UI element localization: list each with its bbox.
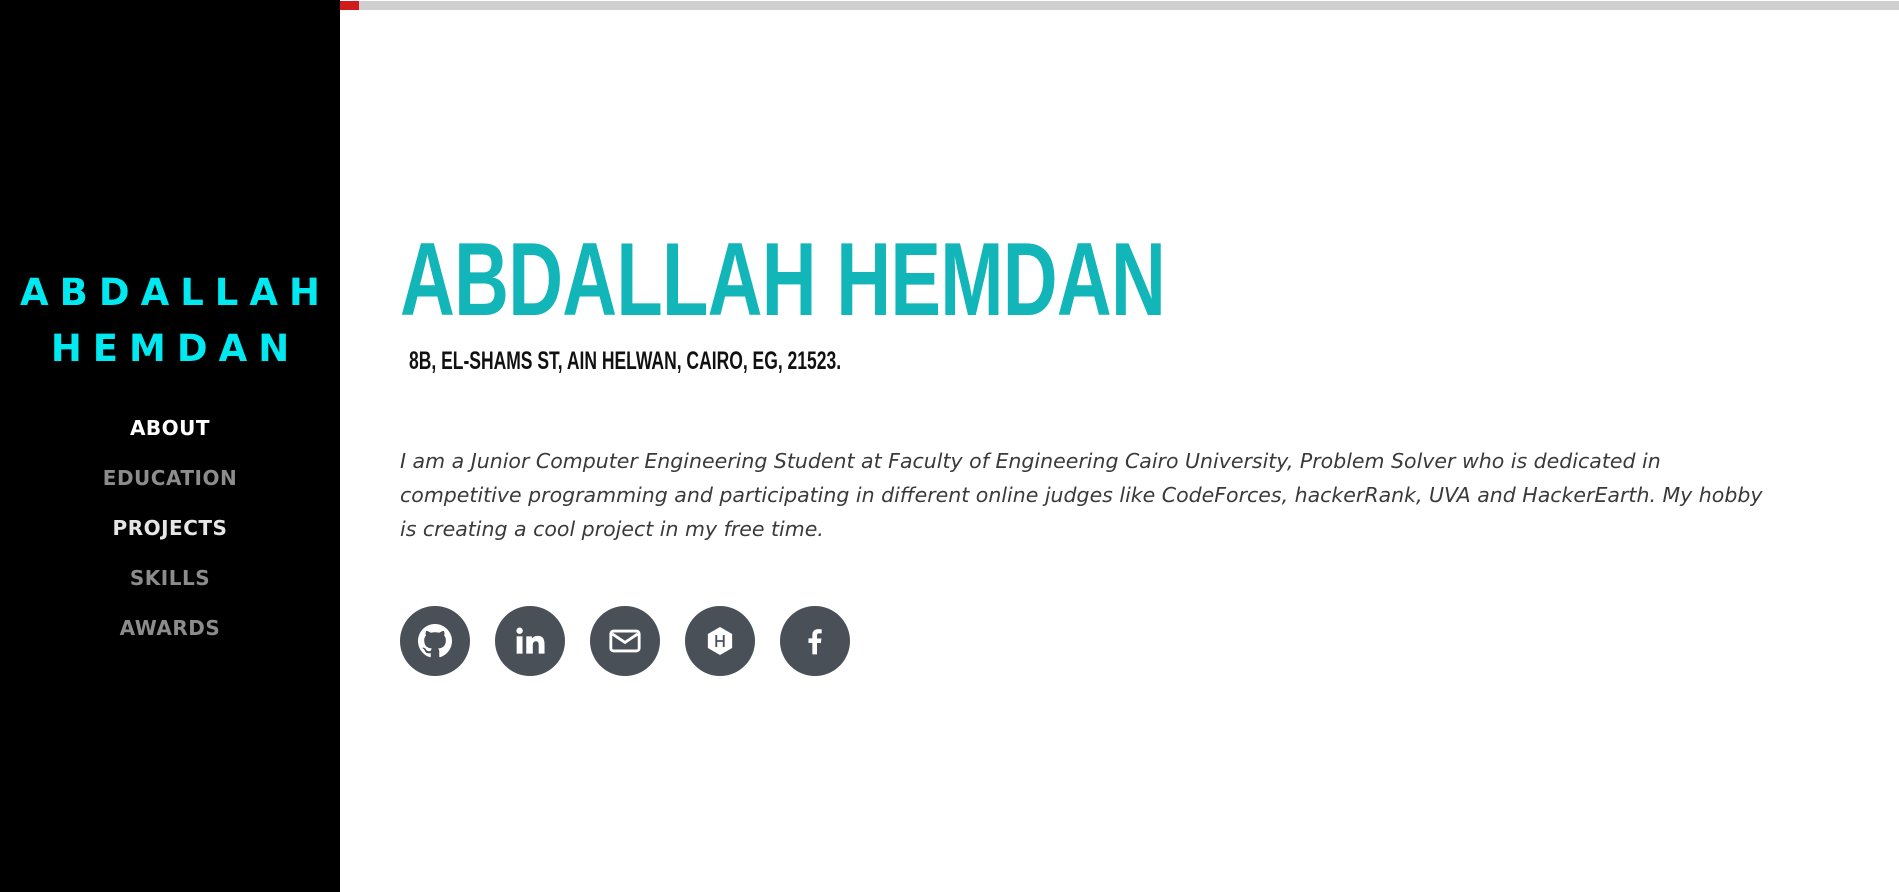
nav-item-projects[interactable]: PROJECTS	[0, 512, 340, 562]
bio-paragraph: I am a Junior Computer Engineering Stude…	[400, 449, 1763, 541]
nav-item-skills[interactable]: SKILLS	[0, 562, 340, 612]
nav-item-about[interactable]: ABOUT	[0, 412, 340, 462]
facebook-link[interactable]	[780, 606, 850, 676]
envelope-icon	[609, 629, 641, 653]
page-title: ABDALLAH HEMDAN	[400, 222, 1166, 338]
brand-name[interactable]: ABDALLAH HEMDAN	[0, 265, 340, 377]
scroll-progress-fill	[340, 1, 359, 10]
social-links	[400, 606, 875, 676]
brand-first-name: ABDALLAH	[20, 271, 331, 314]
email-link[interactable]	[590, 606, 660, 676]
sidebar: ABDALLAH HEMDAN ABOUT EDUCATION PROJECTS…	[0, 0, 340, 892]
hackerrank-icon	[707, 627, 733, 655]
nav-item-awards[interactable]: AWARDS	[0, 612, 340, 662]
facebook-icon	[808, 629, 822, 655]
github-link[interactable]	[400, 606, 470, 676]
linkedin-icon	[516, 627, 545, 654]
address-subheading: 8B, EL-SHAMS ST, AIN HELWAN, CAIRO, EG, …	[409, 347, 842, 375]
brand-last-name: HEMDAN	[50, 327, 301, 370]
hackerrank-link[interactable]	[685, 606, 755, 676]
about-section: ABDALLAH HEMDAN 8B, EL-SHAMS ST, AIN HEL…	[400, 0, 1860, 892]
linkedin-link[interactable]	[495, 606, 565, 676]
nav-item-education[interactable]: EDUCATION	[0, 462, 340, 512]
github-icon	[418, 624, 452, 658]
sidebar-nav: ABOUT EDUCATION PROJECTS SKILLS AWARDS	[0, 412, 340, 662]
